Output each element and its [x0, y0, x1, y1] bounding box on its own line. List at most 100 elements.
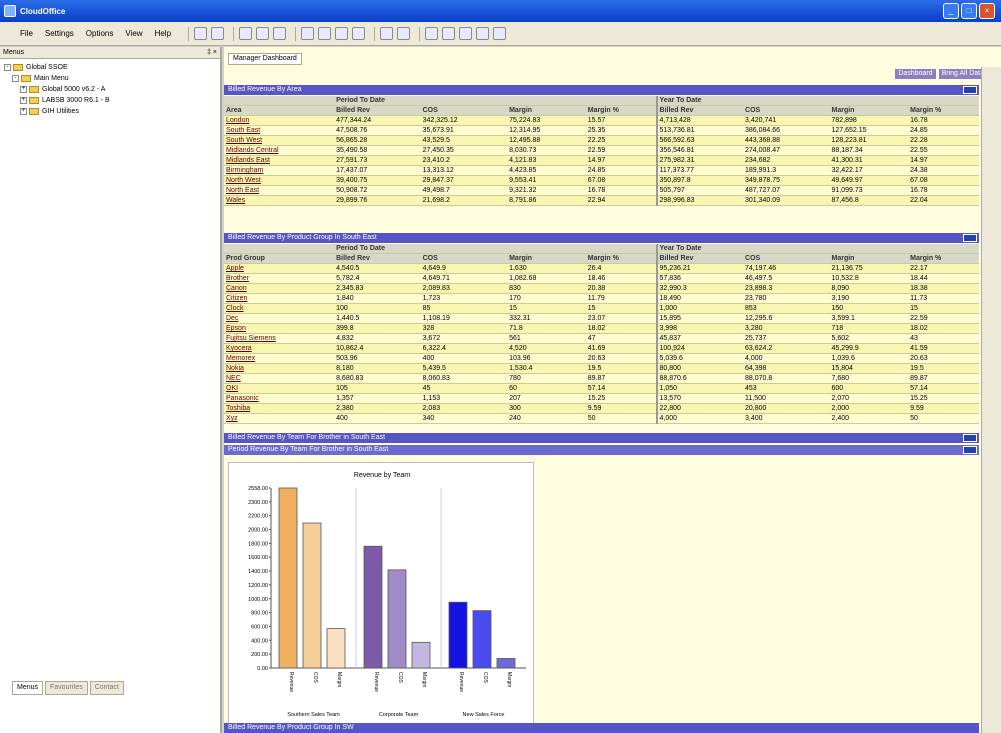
- toolbar-button[interactable]: [301, 27, 315, 40]
- row-link[interactable]: Toshiba: [224, 403, 335, 414]
- tab-menus[interactable]: Menus: [12, 681, 44, 695]
- section-toggle[interactable]: [963, 434, 977, 442]
- expand-icon[interactable]: -: [12, 75, 19, 82]
- toolbar-button[interactable]: [211, 27, 225, 40]
- column-header[interactable]: Margin %: [908, 253, 979, 264]
- tree-item[interactable]: + GIH Utilities: [4, 106, 216, 117]
- toolbar-button[interactable]: [273, 27, 287, 40]
- table-cell: 2,000: [829, 403, 909, 414]
- column-header[interactable]: COS: [743, 105, 830, 116]
- table-cell: 15.57: [585, 115, 657, 126]
- close-button[interactable]: ×: [979, 3, 995, 19]
- column-header[interactable]: Margin %: [585, 105, 657, 116]
- column-header[interactable]: COS: [743, 253, 830, 264]
- section-toggle[interactable]: [963, 86, 977, 94]
- row-link[interactable]: North West: [224, 175, 335, 186]
- column-header[interactable]: Margin: [829, 105, 909, 116]
- tree-item[interactable]: - Main Menu: [4, 73, 216, 84]
- row-link[interactable]: Citizen: [224, 293, 335, 304]
- row-link[interactable]: Xyz: [224, 413, 335, 424]
- toolbar-button[interactable]: [194, 27, 208, 40]
- tab-contact[interactable]: Contact: [89, 681, 124, 695]
- row-link[interactable]: Dec: [224, 313, 335, 324]
- row-link[interactable]: Nokia: [224, 363, 335, 374]
- menu-options[interactable]: Options: [86, 29, 114, 38]
- section-toggle[interactable]: [963, 446, 977, 454]
- vertical-scrollbar[interactable]: [981, 67, 1001, 733]
- table-cell: 443,368.88: [743, 135, 830, 146]
- expand-icon[interactable]: -: [4, 64, 11, 71]
- row-link[interactable]: South West: [224, 135, 335, 146]
- toolbar-button[interactable]: [442, 27, 456, 40]
- toolbar-button[interactable]: [476, 27, 490, 40]
- menu-view[interactable]: View: [125, 29, 142, 38]
- tab-manager-dashboard[interactable]: Manager Dashboard: [228, 53, 302, 65]
- row-link[interactable]: Fujitsu Siemens: [224, 333, 335, 344]
- column-header[interactable]: COS: [420, 105, 508, 116]
- table-cell: 23,780: [743, 293, 830, 304]
- column-header[interactable]: Margin %: [585, 253, 657, 264]
- row-link[interactable]: Memorex: [224, 353, 335, 364]
- menu-help[interactable]: Help: [155, 29, 171, 38]
- table-row: Wales 29,899.76 21,698.2 8,791.86 22.94 298,9…: [224, 195, 979, 206]
- expand-icon[interactable]: +: [20, 86, 27, 93]
- maximize-button[interactable]: □: [961, 3, 977, 19]
- expand-icon[interactable]: +: [20, 97, 27, 104]
- toolbar-button[interactable]: [493, 27, 507, 40]
- row-link[interactable]: Brother: [224, 273, 335, 284]
- row-link[interactable]: London: [224, 115, 335, 126]
- row-link[interactable]: Apple: [224, 263, 335, 274]
- toolbar-button[interactable]: [425, 27, 439, 40]
- row-link[interactable]: Kyocera: [224, 343, 335, 354]
- column-header[interactable]: Area: [224, 105, 335, 116]
- bring-all-data-link[interactable]: Bring All Data: [938, 69, 987, 79]
- tree-item[interactable]: + Global 5000 v6.2 - A: [4, 84, 216, 95]
- dashboard-link[interactable]: Dashboard: [895, 69, 936, 79]
- row-link[interactable]: North East: [224, 185, 335, 196]
- row-link[interactable]: Birmingham: [224, 165, 335, 176]
- table-cell: 207: [507, 393, 586, 404]
- globe-icon[interactable]: [459, 27, 473, 40]
- row-link[interactable]: Canon: [224, 283, 335, 294]
- column-header[interactable]: Margin: [507, 105, 586, 116]
- toolbar-button[interactable]: [397, 27, 411, 40]
- minimize-button[interactable]: _: [943, 3, 959, 19]
- tab-favourites[interactable]: Favourites: [45, 681, 88, 695]
- row-link[interactable]: NEC: [224, 373, 335, 384]
- table-cell: 1,000: [655, 303, 744, 314]
- toolbar-button[interactable]: [256, 27, 270, 40]
- section-toggle[interactable]: [963, 234, 977, 242]
- toolbar-button[interactable]: [335, 27, 349, 40]
- column-header[interactable]: Margin: [507, 253, 586, 264]
- menu-file[interactable]: File: [20, 29, 33, 38]
- column-header[interactable]: Billed Rev: [334, 105, 421, 116]
- row-link[interactable]: South East: [224, 125, 335, 136]
- column-header[interactable]: COS: [420, 253, 508, 264]
- column-header[interactable]: Billed Rev: [334, 253, 421, 264]
- tree-item[interactable]: - Global SSOE: [4, 62, 216, 73]
- table-cell: 356,546.81: [655, 145, 744, 156]
- row-link[interactable]: Panasonic: [224, 393, 335, 404]
- column-header[interactable]: Margin: [829, 253, 909, 264]
- row-link[interactable]: Midlands East: [224, 155, 335, 166]
- row-link[interactable]: OKI: [224, 383, 335, 394]
- toolbar-button[interactable]: [352, 27, 366, 40]
- row-link[interactable]: Clock: [224, 303, 335, 314]
- toolbar-button[interactable]: [380, 27, 394, 40]
- menu-settings[interactable]: Settings: [45, 29, 74, 38]
- row-link[interactable]: Midlands Central: [224, 145, 335, 156]
- column-header[interactable]: Billed Rev: [655, 253, 744, 264]
- column-header[interactable]: Margin %: [908, 105, 979, 116]
- toolbar-button[interactable]: [239, 27, 253, 40]
- expand-icon[interactable]: +: [20, 108, 27, 115]
- row-link[interactable]: Wales: [224, 195, 335, 206]
- table-cell: 5,439.5: [420, 363, 508, 374]
- column-header[interactable]: Billed Rev: [655, 105, 744, 116]
- table-cell: 47: [585, 333, 657, 344]
- search-icon[interactable]: [318, 27, 332, 40]
- row-link[interactable]: Epson: [224, 323, 335, 334]
- tree-item[interactable]: + LABSB 3000 R6.1 - B: [4, 95, 216, 106]
- chart-title: Revenue by Team: [354, 472, 410, 479]
- pane-pin-close[interactable]: ‡ ×: [207, 47, 217, 58]
- column-header[interactable]: Prod Group: [224, 253, 335, 264]
